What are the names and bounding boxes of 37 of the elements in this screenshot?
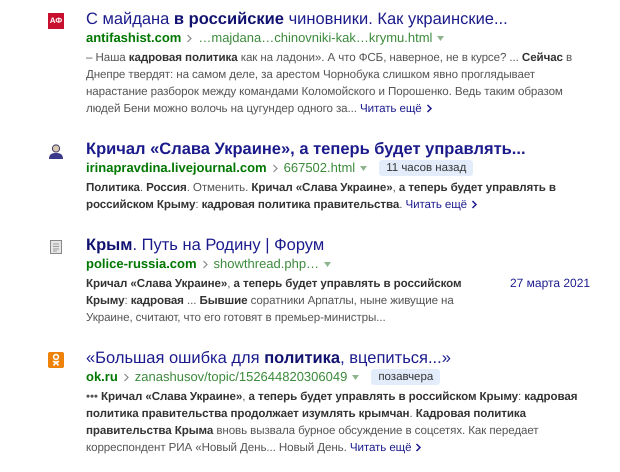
domain-link[interactable]: ok.ru [86,368,118,386]
domain-link[interactable]: police-russia.com [86,255,197,273]
document-icon [48,239,64,255]
dropdown-caret-icon [437,36,444,40]
chevron-icon [471,200,478,209]
snippet-text: ••• Кричал «Слава Украине», а теперь будет управлять в российском Крыму: кадровая политика правительства продолжает изумлять крымчан. Кадровая политика правительства Крыма вновь вызвала бурное обсуждение в соцсетях. Как передает корреспондент РИА «Новый День... Новый День. Читать ещё [86,389,578,456]
result-title-link[interactable]: Крым. Путь на Родину | Форум [86,235,578,255]
result-title-link[interactable]: С майдана в российские чиновники. Как украинские... [86,9,578,29]
url-path-link[interactable]: zanashusov/topic/152644820306049 [134,368,348,386]
snippet-text: Политика. Россия. Отменить. Кричал «Слава Украине», а теперь будет управлять в российском Крыму: кадровая политика правительства. Читать ещё [86,180,557,213]
chevron-icon [415,443,422,452]
snippet-text: – Наша кадровая политика как на ладони». А что ФСБ, наверное, не в курсе? ... Сейчас в Днепре твердят: на самом деле, за арестом Чорнобука слишком явно проглядывает нарастание разборок между командами Коломойского и Порошенко. Ведь таким образом людей Бени можно волочь на цугундер одного за... Читать ещё [86,50,574,117]
snippet-text: Кричал «Слава Украине», а теперь будет управлять в российском Крыму: кадровая ... Бывшие соратники Арпатлы, ныне живущие на Украине, считают, что его готовят в премьер-министры... [86,276,462,326]
result-title-link[interactable]: Кричал «Слава Украине», а теперь будет управлять... [86,139,620,159]
breadcrumb-chevron-icon [186,34,194,42]
read-more-link[interactable]: Читать ещё [350,441,422,454]
dropdown-caret-icon [352,374,360,380]
domain-link[interactable]: irinapravdina.livejournal.com [86,159,267,177]
read-more-link[interactable]: Читать ещё [405,198,478,211]
date-badge: позавчера [371,369,440,385]
person-icon [48,143,64,159]
dropdown-caret-icon [360,166,368,170]
ok-logo-icon [48,352,64,368]
url-path-link[interactable]: …majdana…chinovniki-kak…krymu.html [198,29,432,47]
url-path-link[interactable]: 667502.html [284,159,356,177]
site-logo: АФ [48,13,64,29]
read-more-link[interactable]: Читать ещё [360,102,433,115]
dropdown-caret-icon [324,262,332,266]
chevron-icon [426,104,433,113]
date-text: 27 марта 2021 [510,275,592,292]
result-title-link[interactable]: «Большая ошибка для политика, вцепиться...» [86,348,578,368]
domain-link[interactable]: antifashist.com [86,29,182,47]
breadcrumb-chevron-icon [272,164,279,172]
url-path-link[interactable]: showthread.php… [214,255,320,273]
breadcrumb-chevron-icon [202,260,209,268]
date-badge: 11 часов назад [379,160,474,176]
breadcrumb-chevron-icon [122,372,130,382]
